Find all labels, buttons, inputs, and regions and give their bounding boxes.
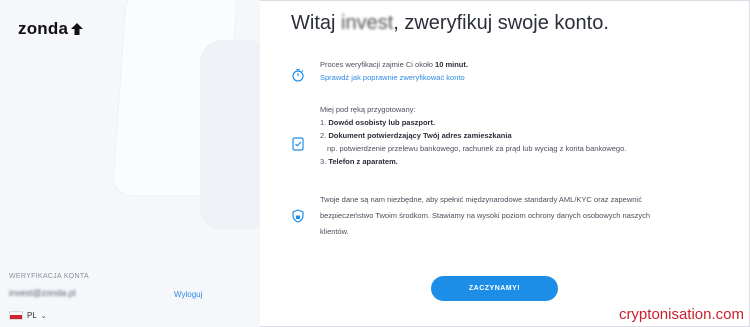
checklist-item: 3. Telefon z aparatem. <box>320 157 398 166</box>
account-email: invest@zonda.pl <box>9 288 76 298</box>
title-suffix: , zweryfikuj swoje konto. <box>393 12 609 34</box>
left-panel: zonda WERYFIKACJA KONTA invest@zonda.pl … <box>0 0 260 327</box>
verification-help-link[interactable]: Sprawdź jak poprawnie zweryfikować konto <box>320 73 465 82</box>
time-bold: 10 minut. <box>435 60 468 69</box>
logo-mark-icon <box>71 23 84 35</box>
document-check-icon <box>292 137 304 151</box>
checklist-item: 1. Dowód osobisty lub paszport. <box>320 118 436 127</box>
start-button[interactable]: ZACZYNAMY! <box>431 276 558 301</box>
time-info-text: Proces weryfikacji zajmie Ci około 10 mi… <box>320 58 468 84</box>
security-text: Twoje dane są nam niezbędne, aby spełnić… <box>320 195 651 236</box>
site-watermark: cryptonisation.com <box>618 306 744 323</box>
shield-icon <box>292 209 304 223</box>
flag-pl-icon <box>9 311 23 320</box>
time-text: Proces weryfikacji zajmie Ci około <box>320 60 436 69</box>
checklist-item: 2. Dokument potwierdzający Twój adres za… <box>320 131 512 140</box>
title-prefix: Witaj <box>291 12 341 34</box>
title-username: invest <box>341 12 394 34</box>
chevron-down-icon: ⌄ <box>40 312 47 320</box>
decorative-shape <box>200 40 260 230</box>
checklist-intro: Miej pod ręką przygotowany: <box>320 105 416 114</box>
account-section-label: WERYFIKACJA KONTA <box>9 273 89 280</box>
language-selector[interactable]: PL ⌄ <box>9 311 47 320</box>
zonda-logo[interactable]: zonda <box>18 19 84 39</box>
language-code: PL <box>27 311 37 320</box>
page-title: Witaj invest, zweryfikuj swoje konto. <box>291 12 609 35</box>
stopwatch-icon <box>292 68 304 82</box>
checklist-text: Miej pod ręką przygotowany: 1. Dowód oso… <box>320 103 626 168</box>
logo-text: zonda <box>18 19 69 38</box>
checklist-list: 1. Dowód osobisty lub paszport. 2. Dokum… <box>320 116 626 168</box>
logout-link[interactable]: Wyloguj <box>174 290 202 299</box>
checklist-item-note: np. potwierdzenie przelewu bankowego, ra… <box>327 144 627 153</box>
